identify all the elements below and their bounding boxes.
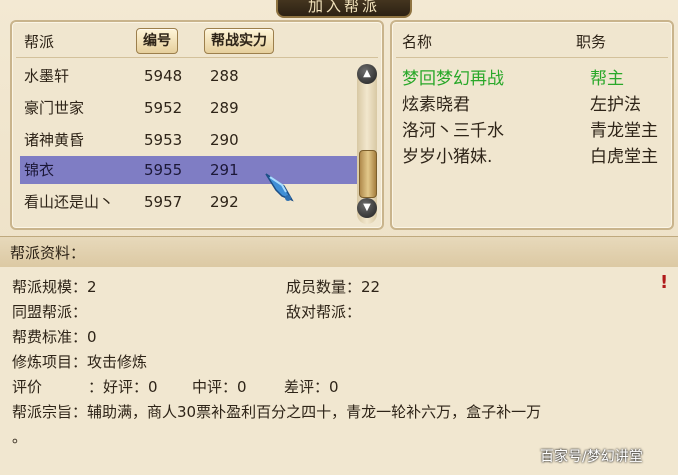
hand-cursor-icon — [265, 173, 294, 202]
guild-power: 291 — [210, 161, 239, 179]
good-rating: ：好评：0 — [88, 378, 158, 396]
guild-row[interactable]: 诸神黄昏 5953 290 — [20, 126, 358, 154]
cultivation-item: 修炼项目：攻击修炼 — [12, 353, 148, 371]
enemy-guild: 敌对帮派： — [286, 303, 362, 321]
guild-purpose-continued: 。 — [12, 428, 28, 446]
member-role: 白虎堂主 — [590, 147, 658, 167]
member-role: 左护法 — [590, 95, 641, 115]
header-member-role: 职务 — [576, 33, 607, 51]
triangle-up-icon[interactable]: ▲ — [357, 64, 377, 84]
guild-id: 5952 — [144, 99, 183, 117]
guild-name: 水墨轩 — [24, 67, 70, 85]
header-divider — [16, 57, 378, 58]
guild-power: 292 — [210, 193, 239, 211]
guild-name: 诸神黄昏 — [24, 131, 85, 149]
guild-list-panel: 帮派 编号 帮战实力 水墨轩 5948 288 豪门世家 5952 289 诸神… — [10, 20, 384, 230]
guild-row[interactable]: 豪门世家 5952 289 — [20, 94, 358, 122]
member-name[interactable]: 洛河丶三千水 — [402, 116, 504, 141]
guild-id: 5948 — [144, 67, 183, 85]
sort-by-id-button[interactable]: 编号 — [136, 28, 178, 54]
member-header-divider — [396, 57, 668, 58]
header-member-name: 名称 — [402, 33, 433, 51]
guild-name: 看山还是山丶 — [24, 193, 115, 211]
guild-fee: 帮费标准：0 — [12, 328, 97, 346]
bad-rating: 差评：0 — [284, 378, 339, 396]
header-guild-name: 帮派 — [24, 33, 55, 51]
rating-label: 评价 — [12, 378, 43, 396]
guild-id: 5957 — [144, 193, 183, 211]
guild-name: 豪门世家 — [24, 99, 85, 117]
guild-power: 290 — [210, 131, 239, 149]
window-title: 加入帮派 — [276, 0, 412, 18]
join-guild-window: 加入帮派 帮派 编号 帮战实力 水墨轩 5948 288 豪门世家 5952 2… — [0, 0, 678, 475]
guild-info-title: 帮派资料： — [10, 244, 86, 262]
member-role: 青龙堂主 — [590, 121, 658, 141]
watermark-text: 百家号/梦幻讲堂 — [540, 449, 643, 465]
sort-by-power-button[interactable]: 帮战实力 — [204, 28, 274, 54]
guild-id: 5955 — [144, 161, 183, 179]
guild-name: 锦衣 — [24, 161, 55, 179]
triangle-down-icon[interactable]: ▼ — [357, 198, 377, 218]
member-name-leader[interactable]: 梦回梦幻再战 — [402, 64, 504, 89]
ally-guild: 同盟帮派： — [12, 303, 88, 321]
member-name[interactable]: 岁岁小猪妹. — [402, 142, 492, 167]
warning-icon: ! — [660, 272, 669, 293]
guild-row[interactable]: 水墨轩 5948 288 — [20, 62, 358, 90]
guild-purpose: 帮派宗旨：辅助满，商人30票补盈利百分之四十，青龙一轮补六万，盒子补一万 — [12, 403, 542, 421]
member-role-leader: 帮主 — [590, 69, 624, 89]
guild-info-header: 帮派资料： — [0, 236, 678, 268]
guild-row[interactable]: 看山还是山丶 5957 292 — [20, 188, 358, 216]
member-count: 成员数量：22 — [286, 278, 381, 296]
guild-id: 5953 — [144, 131, 183, 149]
guild-power: 289 — [210, 99, 239, 117]
member-list-panel: 名称 职务 梦回梦幻再战 帮主 炫素晓君 左护法 洛河丶三千水 青龙堂主 岁岁小… — [390, 20, 674, 230]
member-name[interactable]: 炫素晓君 — [402, 90, 470, 115]
guild-scale: 帮派规模：2 — [12, 278, 97, 296]
guild-power: 288 — [210, 67, 239, 85]
mid-rating: 中评：0 — [192, 378, 247, 396]
scrollbar-thumb[interactable] — [359, 150, 377, 198]
guild-row-selected[interactable]: 锦衣 5955 291 — [20, 156, 358, 184]
